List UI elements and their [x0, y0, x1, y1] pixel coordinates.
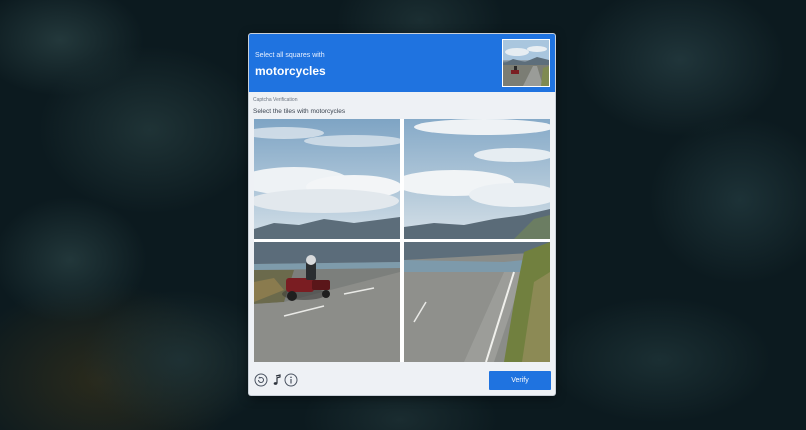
example-thumbnail [502, 39, 550, 87]
audio-icon[interactable] [270, 373, 284, 387]
tile-3-image [254, 242, 400, 362]
instruction-prefix: Select all squares with [255, 52, 325, 59]
target-object-label: motorcycles [255, 64, 326, 78]
captcha-header: Select all squares with motorcycles [249, 34, 555, 92]
refresh-icon[interactable] [254, 373, 268, 387]
captcha-tile-1[interactable] [254, 119, 400, 239]
tile-grid [254, 119, 550, 362]
captcha-tile-3[interactable] [254, 242, 400, 362]
captcha-subtitle: Captcha Verification [253, 97, 298, 103]
captcha-dialog: Select all squares with motorcycles Capt… [249, 34, 555, 395]
info-icon[interactable] [284, 373, 298, 387]
tile-4-image [404, 242, 550, 362]
tile-2-image [404, 119, 550, 239]
captcha-tile-2[interactable] [404, 119, 550, 239]
captcha-tile-4[interactable] [404, 242, 550, 362]
captcha-prompt: Select the tiles with motorcycles [253, 108, 346, 115]
tile-1-image [254, 119, 400, 239]
verify-button[interactable]: Verify [489, 371, 551, 390]
example-thumbnail-image [503, 40, 549, 86]
